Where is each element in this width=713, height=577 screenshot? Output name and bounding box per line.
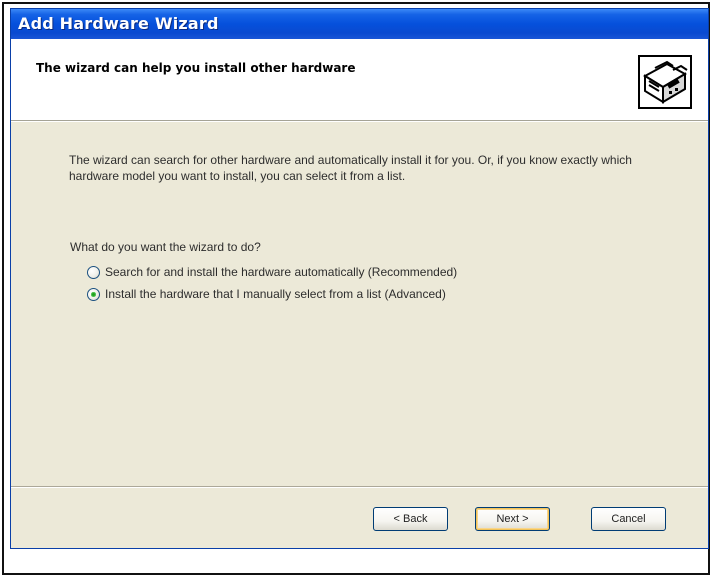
- header-title: The wizard can help you install other ha…: [36, 61, 356, 75]
- intro-text: The wizard can search for other hardware…: [69, 153, 632, 183]
- window-title: Add Hardware Wizard: [18, 14, 219, 33]
- footer-separator: [11, 486, 708, 488]
- question-label: What do you want the wizard to do?: [70, 240, 261, 254]
- screenshot-frame: Add Hardware Wizard The wizard can help …: [2, 2, 710, 575]
- cancel-button[interactable]: Cancel: [591, 507, 666, 531]
- next-button[interactable]: Next >: [475, 507, 550, 531]
- wizard-header: The wizard can help you install other ha…: [11, 39, 708, 121]
- title-bar[interactable]: Add Hardware Wizard: [11, 9, 708, 39]
- option-label[interactable]: Install the hardware that I manually sel…: [105, 287, 446, 301]
- option-manual-select[interactable]: Install the hardware that I manually sel…: [87, 285, 446, 303]
- back-button[interactable]: < Back: [373, 507, 448, 531]
- radio-unchecked-icon[interactable]: [87, 265, 100, 279]
- option-label[interactable]: Search for and install the hardware auto…: [105, 265, 457, 279]
- hardware-icon: [638, 55, 692, 109]
- option-search-automatically[interactable]: Search for and install the hardware auto…: [87, 263, 457, 281]
- wizard-window: Add Hardware Wizard The wizard can help …: [10, 8, 709, 549]
- radio-checked-icon[interactable]: [87, 287, 100, 301]
